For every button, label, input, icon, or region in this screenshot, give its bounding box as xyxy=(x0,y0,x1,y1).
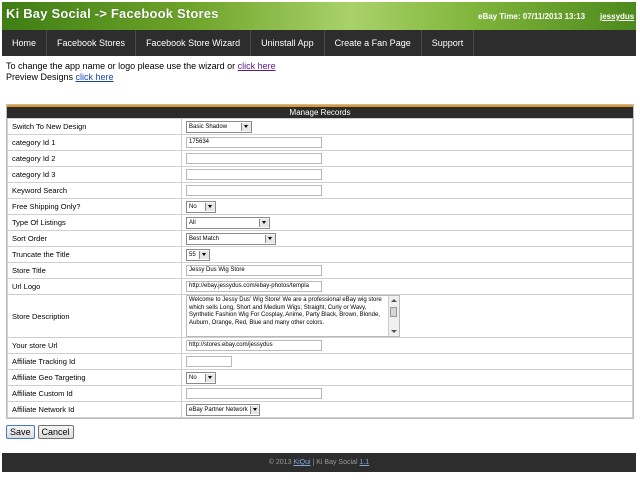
chevron-down-icon xyxy=(199,250,209,259)
table-row: Keyword Search xyxy=(7,182,633,199)
nav-home[interactable]: Home xyxy=(2,30,48,56)
preview-designs-link[interactable]: click here xyxy=(76,72,114,82)
truncate-title-select[interactable]: 55 xyxy=(186,248,210,261)
table-row: Store Description Welcome to Jessy Dus' … xyxy=(7,294,633,338)
store-description-label: Store Description xyxy=(7,294,182,338)
wizard-click-here-link[interactable]: click here xyxy=(238,61,276,71)
textarea-scrollbar[interactable] xyxy=(388,296,399,336)
nav-facebook-stores[interactable]: Facebook Stores xyxy=(47,30,137,56)
table-row: Switch To New Design Basic Shadow xyxy=(7,118,633,135)
truncate-title-label: Truncate the Title xyxy=(7,246,182,263)
keyword-search-input[interactable] xyxy=(186,185,322,196)
cancel-button[interactable]: Cancel xyxy=(37,425,74,439)
store-description-textarea[interactable]: Welcome to Jessy Dus' Wig Store! We are … xyxy=(186,295,400,337)
chevron-down-icon xyxy=(265,234,275,243)
store-title-input[interactable]: Jessy Dus Wig Store xyxy=(186,265,322,276)
category-id-3-input[interactable] xyxy=(186,169,322,180)
app-header: Ki Bay Social -> Facebook Stores eBay Ti… xyxy=(2,2,636,30)
scroll-down-icon[interactable] xyxy=(391,330,397,333)
intro-text: To change the app name or logo please us… xyxy=(6,61,276,83)
chevron-down-icon xyxy=(249,405,259,414)
manage-records-panel: Manage Records Switch To New Design Basi… xyxy=(6,104,634,419)
user-link[interactable]: jessydus xyxy=(600,12,634,21)
table-row: category Id 3 xyxy=(7,166,633,183)
listing-type-select[interactable]: All xyxy=(186,216,270,229)
switch-design-label: Switch To New Design xyxy=(7,118,182,135)
url-logo-input[interactable]: http://ebay.jessydus.com/ebay-photos/tem… xyxy=(186,281,322,292)
footer: © 2013 KiQui | Ki Bay Social 1.1 xyxy=(2,453,636,472)
affiliate-tracking-input[interactable] xyxy=(186,356,232,367)
table-row: Type Of Listings All xyxy=(7,214,633,231)
url-logo-label: Url Logo xyxy=(7,278,182,295)
chevron-down-icon xyxy=(205,202,215,211)
sort-order-select[interactable]: Best Match xyxy=(186,232,276,245)
chevron-down-icon xyxy=(205,373,215,382)
table-row: category Id 2 xyxy=(7,150,633,167)
category-id-2-input[interactable] xyxy=(186,153,322,164)
footer-version-link[interactable]: 1.1 xyxy=(359,459,369,466)
table-row: Store Title Jessy Dus Wig Store xyxy=(7,262,633,279)
free-shipping-select[interactable]: No xyxy=(186,200,216,213)
intro-line-2: Preview Designs xyxy=(6,72,76,82)
affiliate-geo-label: Affiliate Geo Targeting xyxy=(7,369,182,386)
category-id-3-label: category Id 3 xyxy=(7,166,182,183)
table-row: Affiliate Tracking Id xyxy=(7,353,633,370)
intro-line-1: To change the app name or logo please us… xyxy=(6,61,238,71)
category-id-2-label: category Id 2 xyxy=(7,150,182,167)
footer-copyright: © 2013 xyxy=(268,459,294,466)
footer-app-name: | Ki Bay Social xyxy=(310,459,360,466)
store-description-text: Welcome to Jessy Dus' Wig Store! We are … xyxy=(189,297,382,326)
scroll-up-icon[interactable] xyxy=(391,299,397,302)
affiliate-custom-input[interactable] xyxy=(186,388,322,399)
category-id-1-label: category Id 1 xyxy=(7,134,182,151)
store-title-label: Store Title xyxy=(7,262,182,279)
affiliate-tracking-label: Affiliate Tracking Id xyxy=(7,353,182,370)
nav-support[interactable]: Support xyxy=(422,30,475,56)
affiliate-network-select[interactable]: eBay Partner Network xyxy=(186,403,260,416)
table-row: Truncate the Title 55 xyxy=(7,246,633,263)
table-row: Affiliate Custom Id xyxy=(7,385,633,402)
store-url-label: Your store Url xyxy=(7,337,182,354)
listing-type-label: Type Of Listings xyxy=(7,214,182,231)
main-nav: Home Facebook Stores Facebook Store Wiza… xyxy=(2,30,636,56)
table-row: Affiliate Geo Targeting No xyxy=(7,369,633,386)
table-row: category Id 1 175634 xyxy=(7,134,633,151)
keyword-search-label: Keyword Search xyxy=(7,182,182,199)
affiliate-network-label: Affiliate Network Id xyxy=(7,401,182,418)
affiliate-geo-select[interactable]: No xyxy=(186,371,216,384)
chevron-down-icon xyxy=(259,218,269,227)
chevron-down-icon xyxy=(241,122,251,131)
scroll-thumb[interactable] xyxy=(390,307,397,317)
table-row: Sort Order Best Match xyxy=(7,230,633,247)
table-row: Url Logo http://ebay.jessydus.com/ebay-p… xyxy=(7,278,633,295)
form-buttons: Save Cancel xyxy=(6,425,74,439)
save-button[interactable]: Save xyxy=(6,425,35,439)
panel-title: Manage Records xyxy=(7,105,633,118)
sort-order-label: Sort Order xyxy=(7,230,182,247)
nav-create-fan-page[interactable]: Create a Fan Page xyxy=(325,30,422,56)
switch-design-select[interactable]: Basic Shadow xyxy=(186,120,252,133)
category-id-1-input[interactable]: 175634 xyxy=(186,137,322,148)
records-table: Switch To New Design Basic Shadow catego… xyxy=(7,118,633,418)
table-row: Affiliate Network Id eBay Partner Networ… xyxy=(7,401,633,418)
page-title: Ki Bay Social -> Facebook Stores xyxy=(6,6,219,21)
ebay-time: eBay Time: 07/11/2013 13:13 xyxy=(478,12,586,21)
table-row: Free Shipping Only? No xyxy=(7,198,633,215)
nav-store-wizard[interactable]: Facebook Store Wizard xyxy=(136,30,252,56)
footer-brand-link[interactable]: KiQui xyxy=(293,459,310,466)
store-url-input[interactable]: http://stores.ebay.com/jessydus xyxy=(186,340,322,351)
table-row: Your store Url http://stores.ebay.com/je… xyxy=(7,337,633,354)
nav-uninstall-app[interactable]: Uninstall App xyxy=(251,30,325,56)
affiliate-custom-label: Affiliate Custom Id xyxy=(7,385,182,402)
free-shipping-label: Free Shipping Only? xyxy=(7,198,182,215)
